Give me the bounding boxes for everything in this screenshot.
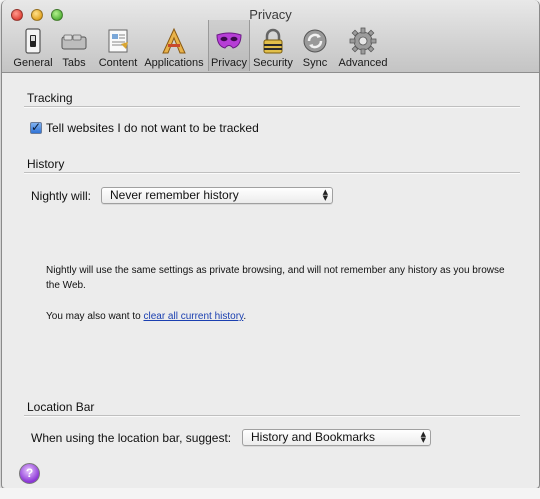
tab-advanced[interactable]: Advanced [336, 20, 390, 71]
tab-general[interactable]: General [11, 20, 55, 71]
do-not-track-label: Tell websites I do not want to be tracke… [46, 121, 259, 135]
tab-sync[interactable]: Sync [298, 20, 332, 71]
privacy-mask-icon [216, 32, 242, 49]
history-info-text: Nightly will use the same settings as pr… [46, 265, 505, 291]
tab-tabs-label: Tabs [62, 57, 86, 69]
tab-security-label: Security [253, 57, 293, 69]
applications-icon [162, 27, 186, 54]
tabs-icon [61, 34, 87, 50]
tab-sync-label: Sync [302, 57, 328, 69]
clear-history-line: You may also want to clear all current h… [46, 309, 246, 324]
tab-privacy[interactable]: Privacy [208, 20, 250, 71]
tab-advanced-label: Advanced [338, 57, 388, 69]
content-icon [108, 29, 128, 53]
tab-content[interactable]: Content [96, 20, 140, 71]
clear-history-prefix: You may also want to [46, 311, 144, 322]
suggest-select[interactable]: History and Bookmarks ▲ ▼ [242, 429, 431, 446]
lock-icon [263, 28, 283, 54]
tab-privacy-label: Privacy [210, 57, 248, 69]
tracking-heading: Tracking [27, 91, 73, 105]
clear-history-suffix: . [243, 311, 247, 322]
help-button[interactable]: ? [19, 463, 40, 484]
preferences-window: Privacy General Tabs Content Application… [1, 0, 540, 489]
clear-history-link[interactable]: clear all current history [143, 311, 243, 322]
suggest-value: History and Bookmarks [251, 430, 376, 444]
location-bar-divider [24, 415, 520, 417]
history-mode-select[interactable]: Never remember history ▲ ▼ [101, 187, 333, 204]
privacy-pane: Tracking Tell websites I do not want to … [2, 73, 539, 488]
tab-tabs[interactable]: Tabs [58, 20, 90, 71]
history-mode-value: Never remember history [110, 188, 239, 202]
tab-applications-label: Applications [144, 57, 204, 69]
general-switch-icon [25, 28, 41, 54]
nightly-will-label: Nightly will: [31, 189, 92, 203]
suggest-label: When using the location bar, suggest: [31, 431, 232, 445]
tab-content-label: Content [98, 57, 138, 69]
history-heading: History [27, 157, 65, 171]
question-mark-icon: ? [25, 466, 34, 480]
location-bar-heading: Location Bar [27, 400, 95, 414]
sync-icon [303, 29, 327, 53]
tracking-divider [24, 106, 520, 108]
select-arrows-icon: ▲ ▼ [420, 430, 426, 444]
select-arrows-icon: ▲ ▼ [322, 188, 328, 202]
history-divider [24, 172, 520, 174]
tab-general-label: General [13, 57, 53, 69]
tab-security[interactable]: Security [252, 20, 294, 71]
tab-applications[interactable]: Applications [143, 20, 205, 71]
background-page-strip [0, 488, 540, 499]
gear-icon [349, 27, 377, 55]
do-not-track-checkbox[interactable] [30, 120, 42, 134]
toolbar: Privacy General Tabs Content Application… [2, 0, 539, 73]
